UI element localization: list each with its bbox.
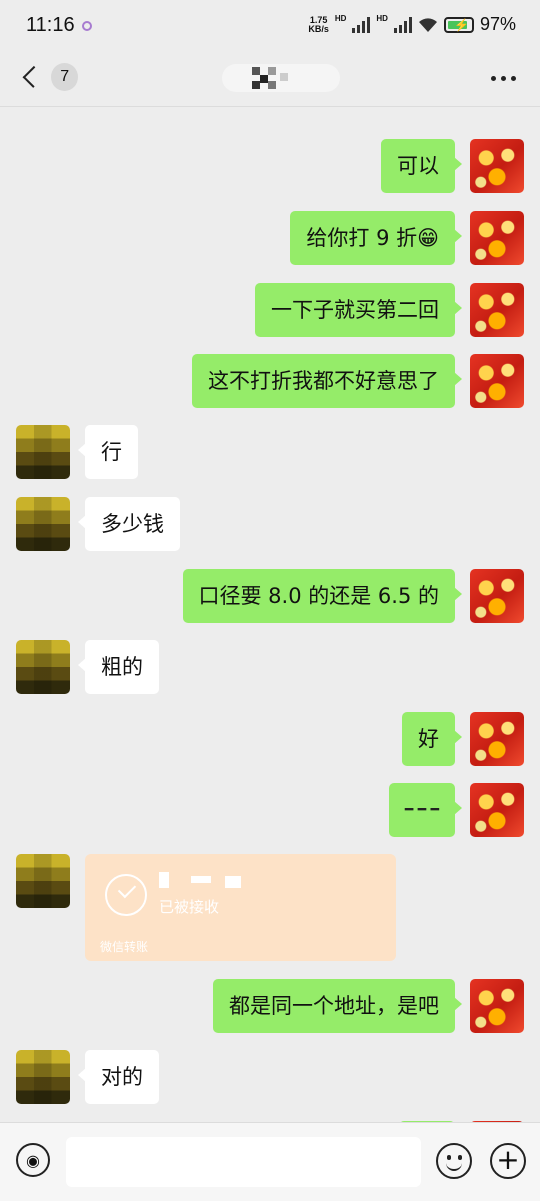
transfer-status: 已被接收: [159, 898, 220, 916]
contact-avatar[interactable]: [16, 1050, 70, 1104]
my-avatar[interactable]: [470, 712, 524, 766]
back-button[interactable]: 7: [18, 60, 78, 94]
voice-button[interactable]: ◉: [16, 1143, 50, 1177]
message-bubble-outgoing-redacted[interactable]: ━ ━ ━: [388, 783, 463, 837]
my-avatar[interactable]: [470, 283, 524, 337]
net-speed: 1.75 KB/s: [308, 15, 329, 34]
check-circle-icon: [105, 874, 147, 916]
contact-avatar[interactable]: [16, 425, 70, 479]
chat-header: 7: [0, 50, 540, 107]
my-avatar[interactable]: [470, 211, 524, 265]
status-icons: 1.75 KB/s HD HD ⚡ 97%: [308, 14, 516, 35]
message-bubble-incoming[interactable]: 对的: [78, 1050, 159, 1104]
battery-icon: ⚡: [443, 16, 474, 33]
signal1-label: HD: [334, 14, 347, 23]
message-bubble-incoming[interactable]: 行: [78, 425, 138, 479]
message-bubble-outgoing[interactable]: 口径要 8.0 的还是 6.5 的: [182, 569, 462, 623]
unread-badge: 7: [51, 63, 78, 91]
message-bubble-incoming[interactable]: 多少钱: [78, 497, 180, 551]
message-input[interactable]: [66, 1137, 421, 1187]
message-bubble-outgoing[interactable]: 给你打 9 折😁: [290, 211, 462, 265]
message-bubble-outgoing[interactable]: 一下子就买第二回: [255, 283, 462, 337]
message-bubble-outgoing[interactable]: 这不打折我都不好意思了: [192, 354, 462, 408]
net-speed-unit: KB/s: [308, 23, 329, 34]
redacted-title-icon: [252, 67, 288, 89]
my-avatar[interactable]: [470, 569, 524, 623]
my-avatar[interactable]: [470, 783, 524, 837]
message-bubble-outgoing[interactable]: 好: [402, 712, 462, 766]
contact-avatar[interactable]: [16, 497, 70, 551]
message-bubble-outgoing[interactable]: 都是同一个地址，是吧: [213, 979, 462, 1033]
redacted-amount: [159, 872, 169, 888]
plus-icon: +: [496, 1143, 520, 1176]
input-bar: ◉ +: [0, 1122, 540, 1201]
dot-icon: [501, 76, 506, 81]
status-bar: 11:16 1.75 KB/s HD HD ⚡ 97%: [0, 0, 540, 50]
signal2-label: HD: [376, 14, 388, 23]
message-bubble-incoming[interactable]: 粗的: [78, 640, 159, 694]
signal-icon-2: [393, 16, 412, 33]
contact-avatar[interactable]: [16, 854, 70, 908]
dot-icon: [491, 76, 496, 81]
voice-icon: ◉: [26, 1150, 40, 1170]
message-bubble-outgoing[interactable]: 可以: [381, 139, 462, 193]
signal-icon: [352, 16, 371, 33]
contact-avatar[interactable]: [16, 640, 70, 694]
battery-level: 97%: [479, 14, 516, 34]
transfer-card[interactable]: 已被接收 微信转账: [85, 854, 396, 961]
transfer-footer: 微信转账: [100, 940, 149, 954]
more-button[interactable]: [491, 76, 516, 81]
chat-list[interactable]: 可以 给你打 9 折😁 一下子就买第二回 这不打折我都不好意思了 行 多少钱 口…: [0, 107, 540, 1122]
status-time: 11:16: [26, 14, 75, 36]
dot-icon: [511, 76, 516, 81]
redacted-amount: [225, 876, 241, 888]
my-avatar[interactable]: [470, 979, 524, 1033]
redacted-amount: [191, 876, 211, 883]
my-avatar[interactable]: [470, 354, 524, 408]
chevron-left-icon: [22, 65, 45, 89]
notification-dot-icon: [82, 21, 92, 31]
emoji-button[interactable]: [436, 1143, 472, 1179]
more-plus-button[interactable]: +: [490, 1143, 526, 1179]
wifi-icon: [418, 17, 437, 32]
my-avatar[interactable]: [470, 139, 524, 193]
